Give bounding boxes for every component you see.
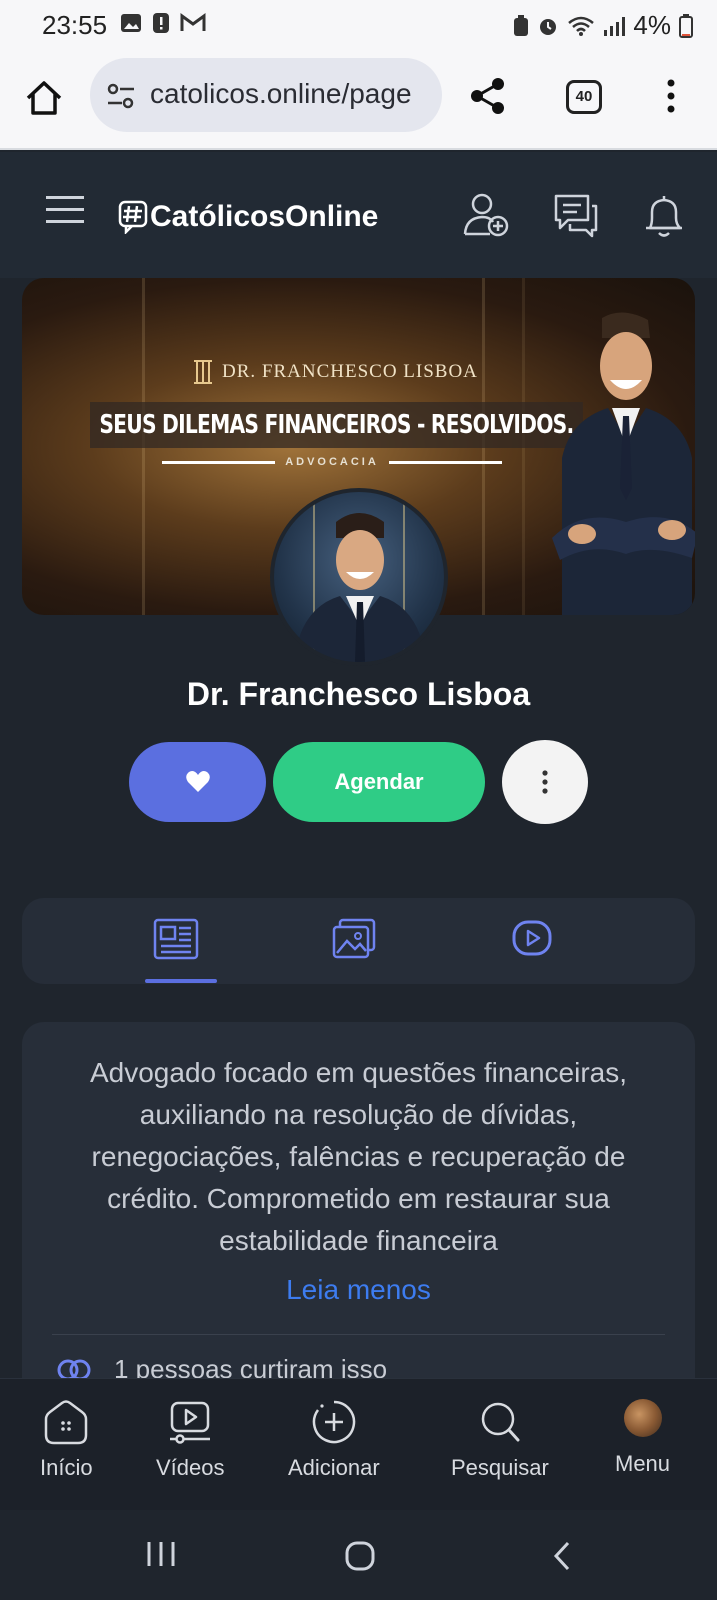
browser-menu-button[interactable] bbox=[664, 78, 678, 114]
share-button[interactable] bbox=[468, 76, 508, 116]
address-bar[interactable]: catolicos.online/page bbox=[90, 58, 442, 132]
battery-saver-icon bbox=[514, 14, 529, 36]
person-photo bbox=[552, 312, 695, 615]
photos-icon bbox=[332, 918, 376, 959]
alarm-icon bbox=[540, 18, 557, 35]
status-system-icons: 4% bbox=[513, 10, 693, 41]
gmail-icon bbox=[180, 13, 206, 31]
share-icon bbox=[471, 78, 504, 114]
wifi-icon bbox=[568, 16, 595, 36]
browser-toolbar: catolicos.online/page 40 bbox=[0, 50, 717, 150]
banner-person-photo bbox=[542, 308, 695, 615]
status-time: 23:55 bbox=[42, 10, 108, 40]
site-logo[interactable]: CatólicosOnline bbox=[118, 200, 378, 234]
battery-icon bbox=[679, 13, 693, 38]
profile-avatar[interactable] bbox=[270, 488, 448, 666]
nav-pesquisar[interactable]: Pesquisar bbox=[451, 1399, 549, 1481]
newspaper-icon bbox=[153, 918, 199, 960]
site-header: CatólicosOnline bbox=[0, 152, 717, 278]
messages-button[interactable] bbox=[552, 192, 600, 238]
avatar-photo bbox=[294, 492, 426, 662]
system-navigation bbox=[0, 1510, 717, 1600]
nav-videos[interactable]: Vídeos bbox=[156, 1399, 225, 1481]
banner-headline: SEUS DILEMAS FINANCEIROS - RESOLVIDOS. bbox=[90, 402, 583, 448]
active-tab-indicator bbox=[145, 979, 217, 983]
status-notification-icons bbox=[120, 12, 206, 34]
back-button[interactable] bbox=[552, 1540, 572, 1572]
url-text[interactable]: catolicos.online/page bbox=[150, 78, 412, 110]
profile-name: Dr. Franchesco Lisboa bbox=[186, 676, 531, 712]
bottom-navigation: Início Vídeos Adicionar Pesquisar Menu bbox=[0, 1378, 717, 1510]
alert-icon bbox=[153, 13, 169, 33]
tab-photos[interactable] bbox=[332, 918, 376, 960]
search-icon bbox=[481, 1402, 520, 1442]
read-less-link[interactable]: Leia menos bbox=[22, 1274, 695, 1306]
back-icon bbox=[553, 1541, 570, 1571]
tab-switcher-button[interactable]: 40 bbox=[566, 80, 602, 114]
bell-icon bbox=[646, 196, 682, 237]
about-card: Advogado focado em questões financeiras,… bbox=[22, 1022, 695, 1382]
recents-icon bbox=[147, 1542, 175, 1566]
user-avatar bbox=[623, 1399, 662, 1437]
nav-adicionar[interactable]: Adicionar bbox=[288, 1399, 380, 1481]
logo-text: CatólicosOnline bbox=[150, 200, 379, 233]
hamburger-icon bbox=[46, 196, 84, 223]
heart-icon bbox=[186, 771, 210, 792]
about-description: Advogado focado em questões financeiras,… bbox=[89, 1057, 628, 1256]
add-circle-icon bbox=[312, 1400, 356, 1444]
banner-subheadline: ADVOCACIA bbox=[162, 456, 502, 468]
add-user-icon bbox=[463, 193, 509, 237]
recent-apps-button[interactable] bbox=[145, 1540, 177, 1568]
pillar-logo-icon bbox=[194, 360, 212, 384]
banner-brand: DR. FRANCHESCO LISBOA bbox=[192, 358, 478, 386]
gallery-icon bbox=[121, 14, 141, 32]
home-icon bbox=[26, 81, 62, 115]
tab-videos[interactable] bbox=[512, 918, 552, 958]
add-friend-button[interactable] bbox=[462, 192, 510, 238]
signal-icon bbox=[604, 16, 626, 36]
more-vert-icon bbox=[542, 770, 548, 794]
home-circle-icon bbox=[345, 1541, 375, 1571]
home-button[interactable] bbox=[24, 78, 68, 122]
notifications-button[interactable] bbox=[642, 192, 686, 240]
profile-tabs bbox=[22, 898, 695, 984]
home-system-button[interactable] bbox=[344, 1540, 376, 1572]
video-icon bbox=[170, 1401, 211, 1444]
home-icon bbox=[45, 1400, 88, 1445]
status-bar: 23:55 4% bbox=[0, 0, 717, 50]
schedule-button[interactable]: Agendar bbox=[273, 742, 485, 822]
battery-percent: 4% bbox=[633, 10, 671, 40]
nav-inicio[interactable]: Início bbox=[40, 1399, 93, 1481]
hashtag-bubble-icon bbox=[118, 200, 148, 234]
chat-icon bbox=[554, 194, 598, 238]
tab-posts[interactable] bbox=[153, 918, 199, 960]
hamburger-menu-button[interactable] bbox=[46, 194, 86, 224]
nav-menu[interactable]: Menu bbox=[615, 1399, 670, 1477]
play-circle-icon bbox=[512, 920, 552, 956]
site-settings-icon[interactable] bbox=[106, 82, 136, 110]
profile-options-button[interactable] bbox=[502, 740, 588, 824]
more-vert-icon bbox=[667, 79, 675, 113]
like-button[interactable] bbox=[129, 742, 266, 822]
divider bbox=[52, 1334, 665, 1335]
